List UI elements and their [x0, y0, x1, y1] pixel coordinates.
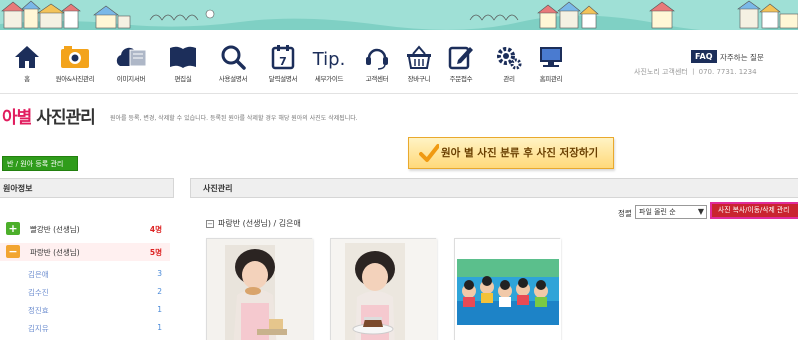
page-description: 원아를 등록, 변경, 삭제할 수 있습니다. 등록된 원아를 삭제할 경우 해…	[110, 115, 358, 122]
photo-manage-header: 사진관리	[190, 178, 798, 198]
tip-icon: Tip.	[312, 49, 346, 70]
class-row-red[interactable]: + 빨강반 (선생님) 4명	[0, 220, 170, 238]
nav-label: 사용설명서	[218, 75, 248, 83]
nav-label: 이미지서버	[116, 75, 146, 83]
collapse-icon[interactable]: −	[206, 219, 214, 228]
sort-label: 정렬	[618, 209, 632, 218]
town-banner	[0, 0, 798, 30]
calendar-day: 7	[279, 55, 287, 68]
book-icon	[170, 46, 196, 68]
expand-icon[interactable]: +	[6, 222, 20, 235]
camera-icon	[61, 46, 89, 68]
nav-calendar-manual[interactable]: 7 달력설명서	[260, 44, 306, 83]
monitor-icon	[540, 47, 562, 67]
class-count: 5명	[149, 248, 162, 257]
child-row[interactable]: 김은애 3	[0, 266, 170, 282]
child-row[interactable]: 정진효 1	[0, 302, 170, 318]
nav-user-manual[interactable]: 사용설명서	[210, 44, 256, 83]
child-name: 정진효	[28, 306, 49, 315]
child-name: 김지유	[28, 324, 49, 333]
nav-editing-room[interactable]: 편집실	[160, 44, 206, 83]
top-navigation: 홈 원아&사진관리 이미지서버 편집실 사용설명서 7 달력설명서 Tip. 세…	[0, 30, 798, 94]
faq-link[interactable]: 자주하는 질문	[720, 52, 764, 63]
nav-photo-manage[interactable]: 원아&사진관리	[52, 44, 98, 83]
photo-image	[455, 239, 561, 340]
child-row[interactable]: 김수진 2	[0, 284, 170, 300]
sort-select[interactable]: 파일 올린 순 ▼	[635, 205, 707, 219]
page-title-accent: 아별	[2, 108, 32, 128]
headset-icon	[366, 48, 388, 70]
nav-detail-guide[interactable]: Tip. 세부가이드	[306, 44, 352, 83]
nav-label: 주문접수	[449, 75, 473, 83]
page-title-main: 사진관리	[31, 108, 96, 128]
page-title: 아별 사진관리	[2, 103, 96, 128]
nav-order-receipt[interactable]: 주문접수	[438, 44, 484, 83]
child-photo-count: 1	[157, 323, 162, 332]
calendar-icon: 7	[271, 45, 295, 70]
nav-label: 관리	[503, 75, 515, 83]
folder-title: − 파랑반 (선생님) / 김은애	[206, 218, 301, 229]
class-row-blue[interactable]: − 파랑반 (선생님) 5명	[0, 243, 170, 261]
child-name: 김수진	[28, 288, 49, 297]
gears-icon	[497, 47, 522, 70]
nav-label: 달력설명서	[268, 75, 298, 83]
folder-title-text: 파랑반 (선생님) / 김은애	[218, 219, 301, 228]
class-name: 빨강반 (선생님)	[30, 225, 80, 234]
home-icon	[15, 46, 39, 68]
chevron-down-icon: ▼	[697, 207, 704, 216]
nav-label: 홈피관리	[539, 75, 563, 83]
nav-label: 편집실	[174, 75, 192, 83]
nav-label: 세부가이드	[314, 75, 344, 83]
class-child-register-button[interactable]: 반 / 원아 등록 관리	[2, 156, 78, 171]
photo-image	[331, 239, 437, 340]
nav-customer-center[interactable]: 고객센터	[354, 44, 400, 83]
save-photos-banner-label: 원아 별 사진 분류 후 사진 저장하기	[441, 147, 599, 159]
nav-label: 홈	[24, 75, 30, 83]
child-photo-count: 2	[157, 287, 162, 296]
nav-admin[interactable]: 관리	[486, 44, 532, 83]
nav-cart[interactable]: 장바구니	[396, 44, 442, 83]
child-name: 김은애	[28, 270, 49, 279]
child-photo-count: 1	[157, 305, 162, 314]
basket-icon	[407, 45, 431, 69]
cloud-server-icon	[116, 47, 147, 67]
copy-move-delete-button[interactable]: 사진 복사/이동/삭제 관리	[710, 202, 798, 219]
child-info-panel: 원아정보 + 빨강반 (선생님) 4명 − 파랑반 (선생님) 5명 김은애 3…	[0, 178, 174, 340]
nav-label: 원아&사진관리	[55, 75, 95, 83]
collapse-icon[interactable]: −	[6, 245, 20, 258]
nav-image-server[interactable]: 이미지서버	[108, 44, 154, 83]
child-row[interactable]: 김지유 1	[0, 320, 170, 336]
photo-thumbnail[interactable]	[454, 238, 561, 340]
check-icon	[419, 144, 439, 162]
child-info-header: 원아정보	[0, 178, 174, 198]
child-photo-count: 3	[157, 269, 162, 278]
support-info: 사진노리 고객센터 ㅣ 070. 7731. 1234	[634, 68, 757, 76]
nav-homepage-manage[interactable]: 홈피관리	[528, 44, 574, 83]
photo-image	[207, 239, 313, 340]
nav-home[interactable]: 홈	[4, 44, 50, 83]
order-edit-icon	[448, 46, 473, 70]
save-photos-banner[interactable]: 원아 별 사진 분류 후 사진 저장하기	[408, 137, 614, 169]
photo-manage-panel: 사진관리 정렬 파일 올린 순 ▼ 사진 복사/이동/삭제 관리 − 파랑반 (선…	[190, 178, 798, 340]
faq-badge[interactable]: FAQ	[691, 50, 717, 63]
class-name: 파랑반 (선생님)	[30, 248, 80, 257]
magnifier-icon	[221, 45, 246, 70]
photo-thumbnail[interactable]	[330, 238, 437, 340]
class-count: 4명	[149, 225, 162, 234]
nav-label: 고객센터	[365, 75, 389, 83]
photo-thumbnail[interactable]	[206, 238, 313, 340]
tip-text: Tip.	[312, 49, 346, 70]
nav-label: 장바구니	[407, 75, 431, 83]
sort-select-value: 파일 올린 순	[639, 208, 676, 216]
